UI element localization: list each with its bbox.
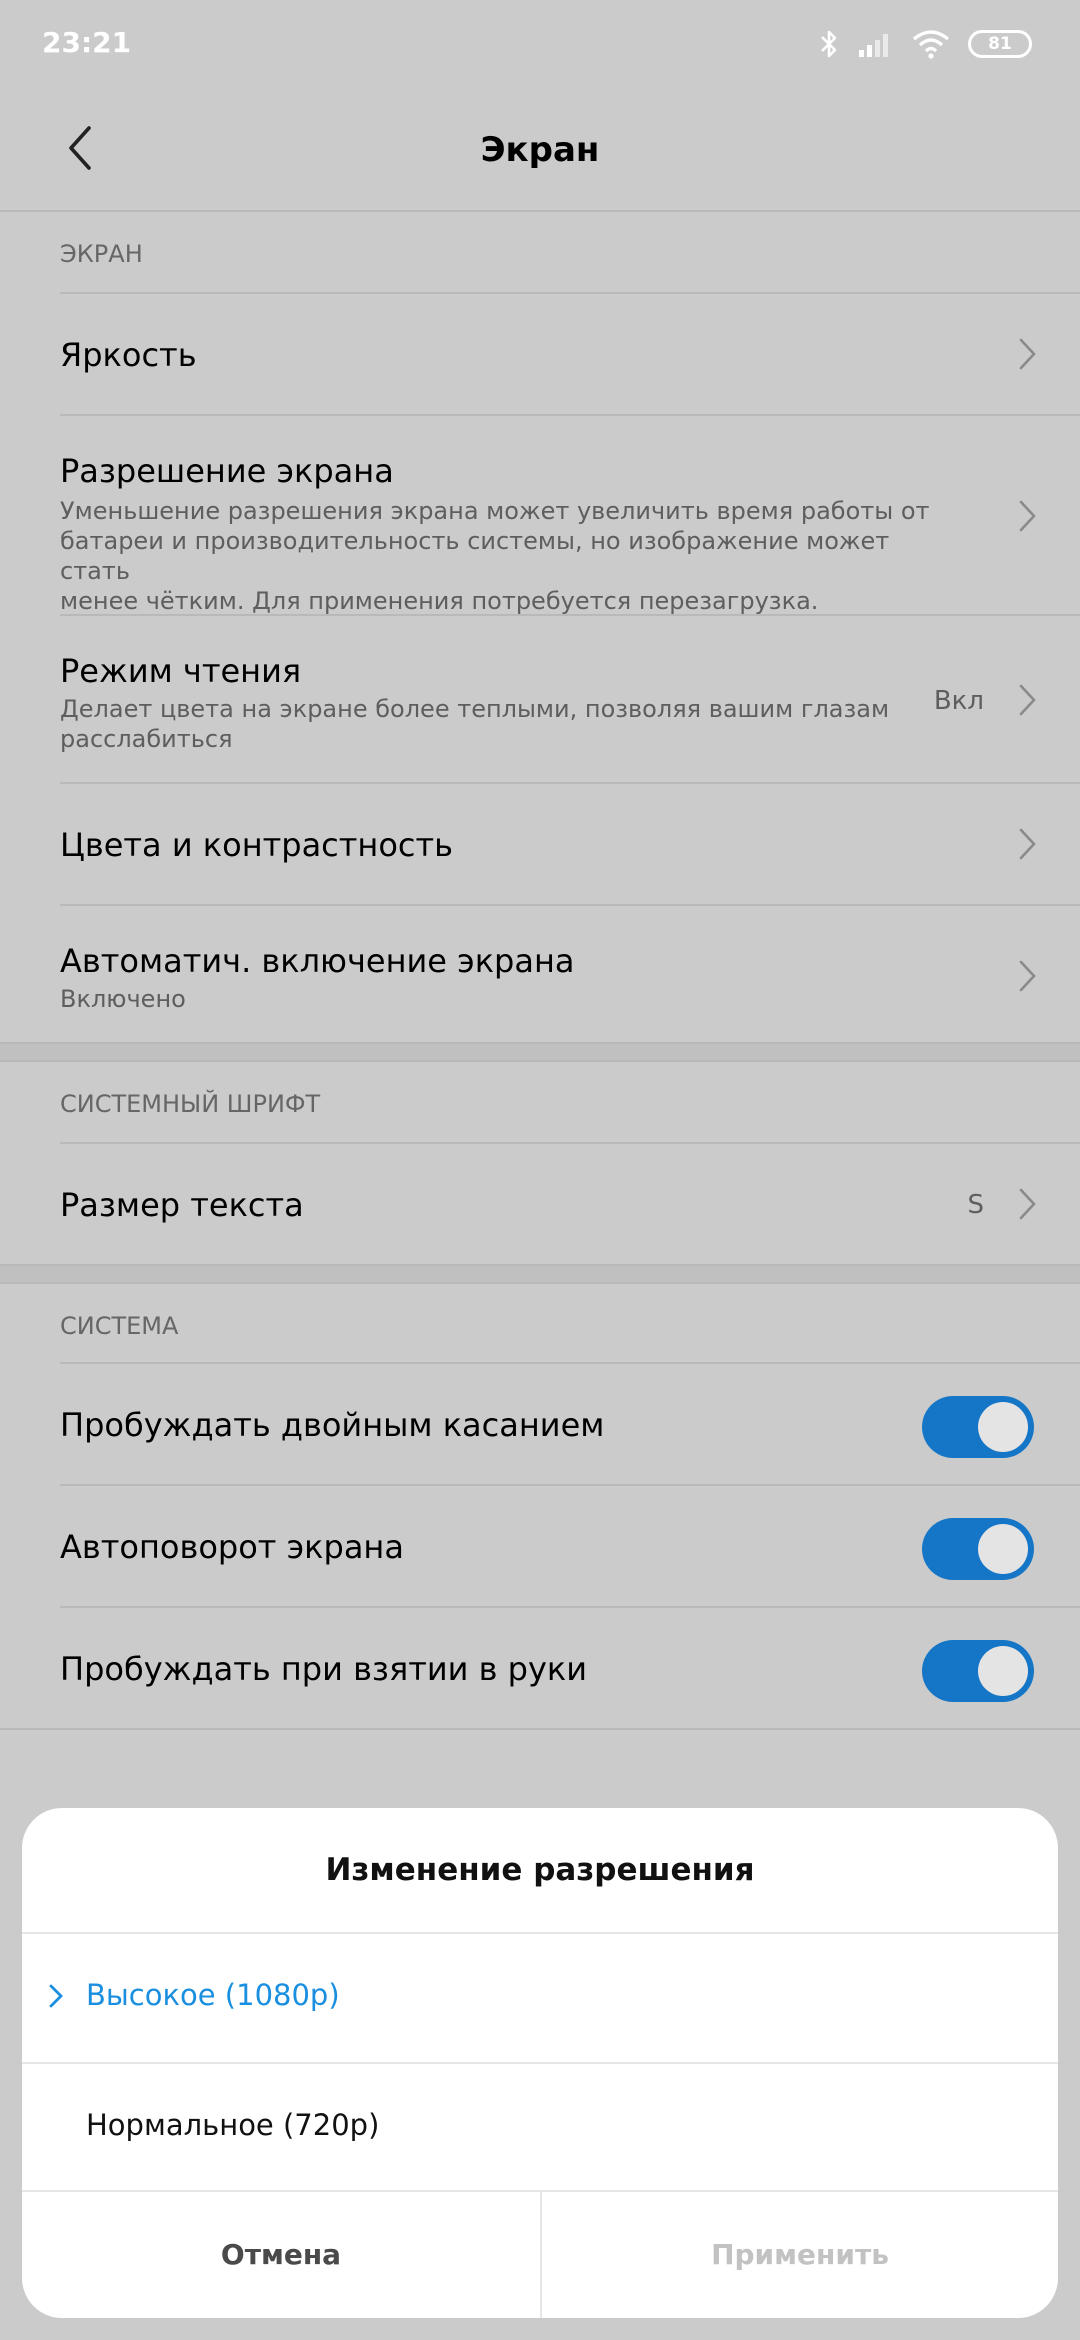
chevron-right-icon <box>1019 338 1036 370</box>
lift-to-wake-title: Пробуждать при взятии в руки <box>60 1650 587 1688</box>
resolution-dialog: Изменение разрешения Высокое (1080p) Нор… <box>22 1808 1058 2318</box>
brightness-title: Яркость <box>60 336 197 374</box>
auto-wake-title: Автоматич. включение экрана <box>60 942 575 980</box>
resolution-subtitle-line: менее чётким. Для применения потребуется… <box>60 587 819 615</box>
chevron-right-icon <box>1019 960 1036 992</box>
colors-contrast-row[interactable]: Цвета и контрастность <box>60 782 1080 904</box>
auto-rotate-toggle[interactable] <box>922 1518 1034 1580</box>
page-title: Экран <box>480 130 600 170</box>
cancel-button[interactable]: Отмена <box>22 2190 540 2318</box>
reading-mode-subtitle-line: Делает цвета на экране более теплыми, по… <box>60 695 890 723</box>
auto-rotate-row[interactable]: Автоповорот экрана <box>60 1484 1080 1606</box>
option-high-1080p[interactable]: Высокое (1080p) <box>22 1934 1058 2062</box>
selected-chevron-icon <box>49 1984 63 2008</box>
toggle-knob <box>978 1646 1028 1696</box>
resolution-subtitle-line: Уменьшение разрешения экрана может увели… <box>60 497 930 525</box>
reading-mode-title: Режим чтения <box>60 652 302 690</box>
brightness-row[interactable]: Яркость <box>60 292 1080 414</box>
auto-wake-row[interactable]: Автоматич. включение экрана Включено <box>60 904 1080 1042</box>
status-bar: 23:21 81 <box>0 0 1080 90</box>
resolution-subtitle-line: батареи и производительность системы, но… <box>60 527 890 585</box>
text-size-value: S <box>967 1190 984 1220</box>
app-header: Экран <box>0 90 1080 212</box>
reading-mode-subtitle: Делает цвета на экране более теплыми, по… <box>60 694 920 754</box>
double-tap-wake-row[interactable]: Пробуждать двойным касанием <box>60 1362 1080 1484</box>
colors-contrast-title: Цвета и контрастность <box>60 826 453 864</box>
wifi-icon <box>912 29 950 59</box>
option-label: Высокое (1080p) <box>86 1978 340 2012</box>
resolution-title: Разрешение экрана <box>60 452 394 490</box>
double-tap-wake-toggle[interactable] <box>922 1396 1034 1458</box>
reading-mode-value: Вкл <box>933 686 984 716</box>
list-end-divider <box>0 1728 1080 1730</box>
section-divider <box>0 1042 1080 1062</box>
auto-wake-subtitle: Включено <box>60 985 186 1013</box>
lift-to-wake-toggle[interactable] <box>922 1640 1034 1702</box>
section-divider <box>0 1264 1080 1284</box>
section-header-font: СИСТЕМНЫЙ ШРИФТ <box>60 1090 321 1118</box>
status-icons: 81 <box>818 24 1032 64</box>
toggle-knob <box>978 1524 1028 1574</box>
section-header-system: СИСТЕМА <box>60 1312 179 1340</box>
section-header-screen: ЭКРАН <box>60 240 143 268</box>
chevron-right-icon <box>1019 684 1036 716</box>
bluetooth-icon <box>818 28 840 60</box>
reading-mode-subtitle-line: расслабиться <box>60 725 233 753</box>
double-tap-wake-title: Пробуждать двойным касанием <box>60 1406 605 1444</box>
option-label: Нормальное (720p) <box>86 2108 380 2142</box>
auto-rotate-title: Автоповорот экрана <box>60 1528 404 1566</box>
chevron-right-icon <box>1019 828 1036 860</box>
text-size-title: Размер текста <box>60 1186 304 1224</box>
text-size-row[interactable]: Размер текста S <box>60 1142 1080 1264</box>
signal-icon <box>858 30 894 58</box>
resolution-row[interactable]: Разрешение экрана Уменьшение разрешения … <box>60 414 1080 616</box>
settings-screen: 23:21 81 Экран ЭКРАН Яркость Разрешение … <box>0 0 1080 2340</box>
apply-button[interactable]: Применить <box>540 2190 1058 2318</box>
toggle-knob <box>978 1402 1028 1452</box>
dialog-title: Изменение разрешения <box>325 1852 755 1888</box>
chevron-right-icon <box>1019 500 1036 532</box>
reading-mode-row[interactable]: Режим чтения Делает цвета на экране боле… <box>60 614 1080 782</box>
status-time: 23:21 <box>42 26 132 59</box>
resolution-subtitle: Уменьшение разрешения экрана может увели… <box>60 496 940 616</box>
option-normal-720p[interactable]: Нормальное (720p) <box>22 2064 1058 2192</box>
chevron-right-icon <box>1019 1188 1036 1220</box>
battery-icon: 81 <box>968 30 1032 58</box>
lift-to-wake-row[interactable]: Пробуждать при взятии в руки <box>60 1606 1080 1728</box>
